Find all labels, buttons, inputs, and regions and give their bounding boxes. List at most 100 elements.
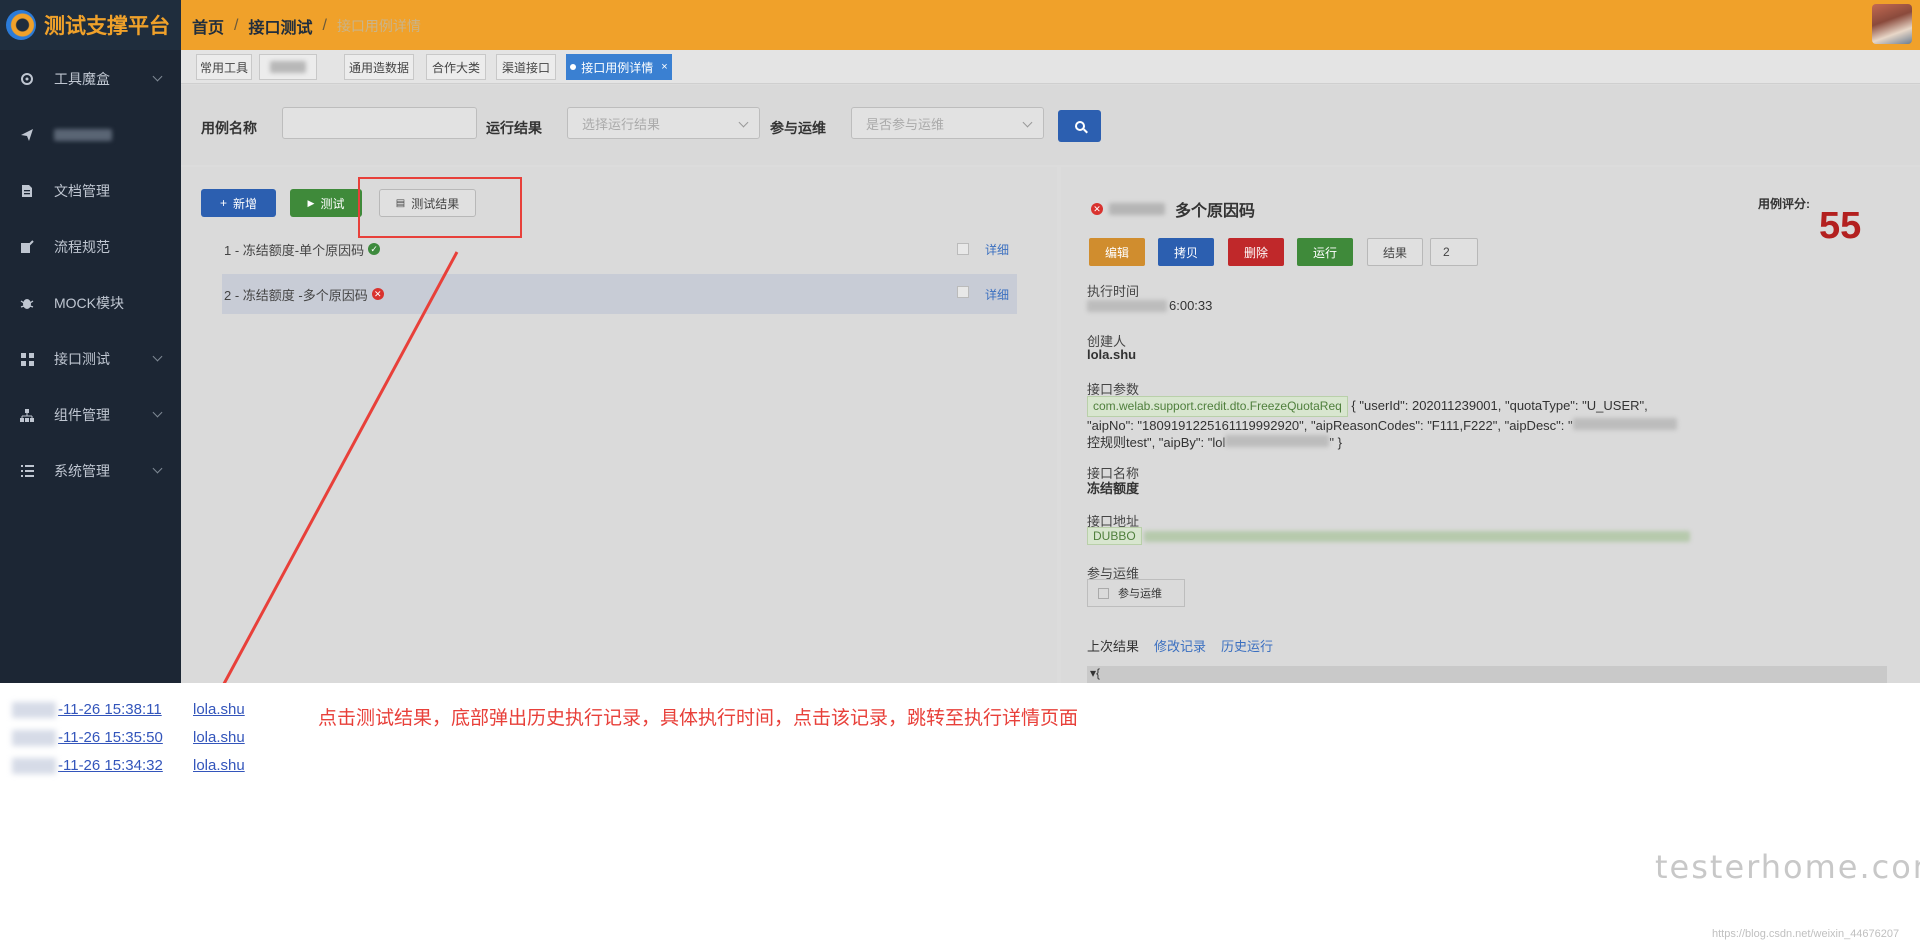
breadcrumb-current: 接口用例详情 (336, 18, 421, 34)
history-user[interactable]: lola.shu (193, 757, 245, 774)
tab-label: 通用造数据 (348, 60, 409, 75)
case-name-label: 用例名称 (201, 120, 257, 136)
redacted-block (12, 701, 56, 718)
tab-partner-category[interactable]: 合作大类 (426, 54, 486, 80)
plus-icon: + (219, 196, 227, 210)
case-row[interactable]: 2 - 冻结额度 -多个原因码 ✕ 详细 (222, 274, 1017, 314)
checkbox-box (1098, 587, 1109, 599)
tab-label: 接口用例详情 (581, 60, 654, 75)
tab-data-generator[interactable]: 通用造数据 (344, 54, 414, 80)
add-button[interactable]: + 新增 (201, 189, 276, 217)
avatar[interactable] (1872, 4, 1912, 44)
sidebar-item-label (54, 129, 112, 141)
tab-case-detail[interactable]: 接口用例详情 × (566, 54, 672, 80)
json-preview: ▾{ (1090, 666, 1101, 680)
sidebar-item-api-test[interactable]: 接口测试 (0, 331, 181, 387)
sidebar-item-docs[interactable]: 文档管理 (0, 163, 181, 219)
run-result-placeholder: 选择运行结果 (582, 116, 661, 132)
tab-edit-history[interactable]: 修改记录 (1154, 636, 1206, 655)
sidebar-item-label: 流程规范 (54, 239, 110, 255)
add-button-label: 新增 (233, 196, 258, 211)
breadcrumb: 首页 / 接口测试 / 接口用例详情 (192, 14, 421, 38)
tab-history-run[interactable]: 历史运行 (1221, 636, 1273, 655)
case-detail-panel: ✕ 多个原因码 用例评分: 55 编辑 拷贝 删除 运行 结果 2 执行时间 6… (1061, 167, 1920, 683)
watermark-url: https://blog.csdn.net/weixin_44676207 (1712, 928, 1900, 940)
case-label: 1 - 冻结额度-单个原因码 (224, 242, 365, 258)
filter-bar: 用例名称 运行结果 选择运行结果 参与运维 是否参与运维 (181, 85, 1920, 165)
sidebar-item-system[interactable]: 系统管理 (0, 443, 181, 499)
sidebar-item-components[interactable]: 组件管理 (0, 387, 181, 443)
delete-button-label: 删除 (1243, 245, 1268, 260)
top-header: 测试支撑平台 首页 / 接口测试 / 接口用例详情 (0, 0, 1920, 50)
redacted-block (1087, 299, 1167, 312)
params-line-1: { "userId": 202011239001, "quotaType": "… (1351, 398, 1648, 413)
history-panel: -11-26 15:38:11 lola.shu -11-26 15:35:50… (0, 683, 1920, 950)
copy-button[interactable]: 拷贝 (1158, 238, 1214, 266)
tab-label (270, 61, 306, 73)
list-icon (20, 464, 34, 478)
history-time[interactable]: -11-26 15:38:11 (58, 701, 162, 718)
logo-icon (6, 10, 36, 40)
run-button-label: 运行 (1312, 245, 1337, 260)
search-button[interactable] (1058, 110, 1101, 142)
sidebar-item-process[interactable]: 流程规范 (0, 219, 181, 275)
tab-bar: 常用工具 通用造数据 合作大类 渠道接口 接口用例详情 × (181, 50, 1920, 84)
detail-link[interactable]: 详细 (985, 286, 1009, 303)
params-line-3-end: " } (1329, 435, 1342, 450)
redacted-block (1225, 435, 1330, 447)
case-name-input[interactable] (282, 107, 477, 139)
ops-checkbox[interactable]: 参与运维 (1087, 579, 1185, 607)
test-button-label: 测试 (320, 196, 345, 211)
run-result-select[interactable]: 选择运行结果 (567, 107, 760, 139)
case-row[interactable]: 1 - 冻结额度-单个原因码 ✓ 详细 (222, 231, 1017, 267)
result-button[interactable]: 结果 (1367, 238, 1423, 266)
test-button[interactable]: ▶ 测试 (290, 189, 362, 217)
history-record[interactable]: -11-26 15:34:32 lola.shu (12, 757, 245, 774)
breadcrumb-api-test[interactable]: 接口测试 (248, 14, 312, 38)
history-time[interactable]: -11-26 15:35:50 (58, 729, 163, 746)
delete-button[interactable]: 删除 (1228, 238, 1284, 266)
sidebar-item-label: 工具魔盒 (54, 71, 110, 87)
ops-select[interactable]: 是否参与运维 (851, 107, 1044, 139)
logo-area[interactable]: 测试支撑平台 (0, 0, 181, 50)
error-icon: ✕ (371, 288, 384, 300)
case-checkbox[interactable] (957, 243, 969, 255)
highlight-box (358, 177, 522, 238)
params-class-tag: com.welab.support.credit.dto.FreezeQuota… (1087, 396, 1348, 417)
edit-button-label: 编辑 (1104, 245, 1129, 260)
history-record[interactable]: -11-26 15:38:11 lola.shu (12, 701, 245, 718)
history-time[interactable]: -11-26 15:34:32 (58, 757, 163, 774)
history-record[interactable]: -11-26 15:35:50 lola.shu (12, 729, 245, 746)
edit-button[interactable]: 编辑 (1089, 238, 1145, 266)
case-checkbox[interactable] (957, 286, 969, 298)
breadcrumb-home[interactable]: 首页 (192, 14, 224, 38)
sidebar-item-mock[interactable]: MOCK模块 (0, 275, 181, 331)
detail-link[interactable]: 详细 (985, 241, 1009, 258)
sidebar-item-toolbox[interactable]: 工具魔盒 (0, 51, 181, 107)
result-count-input[interactable]: 2 (1430, 238, 1478, 266)
json-viewer[interactable]: ▾{ (1087, 666, 1887, 683)
sidebar-item-hidden[interactable] (0, 107, 181, 163)
exec-time-text: 6:00:33 (1169, 298, 1213, 313)
case-title: ✕ 多个原因码 (1091, 197, 1255, 221)
play-icon: ▶ (307, 197, 315, 208)
run-button[interactable]: 运行 (1297, 238, 1353, 266)
chevron-down-icon (152, 463, 163, 474)
redacted-block (1143, 530, 1690, 542)
edit-icon (20, 240, 34, 254)
redacted-block (12, 757, 56, 774)
search-icon (1074, 121, 1085, 131)
error-icon: ✕ (1091, 203, 1103, 215)
tab-hidden[interactable] (259, 54, 317, 80)
app-title: 测试支撑平台 (44, 15, 170, 38)
tab-last-result[interactable]: 上次结果 (1087, 636, 1139, 655)
tab-common-tools[interactable]: 常用工具 (196, 54, 252, 80)
history-user[interactable]: lola.shu (193, 701, 245, 718)
gear-icon (20, 72, 34, 86)
close-icon[interactable]: × (661, 61, 667, 73)
history-user[interactable]: lola.shu (193, 729, 245, 746)
main-content: 常用工具 通用造数据 合作大类 渠道接口 接口用例详情 × 用例名称 运行结果 … (181, 50, 1920, 683)
chevron-down-icon (152, 407, 163, 418)
tab-channel-api[interactable]: 渠道接口 (496, 54, 556, 80)
params-line-3: 控规则test", "aipBy": "lol (1087, 435, 1226, 450)
